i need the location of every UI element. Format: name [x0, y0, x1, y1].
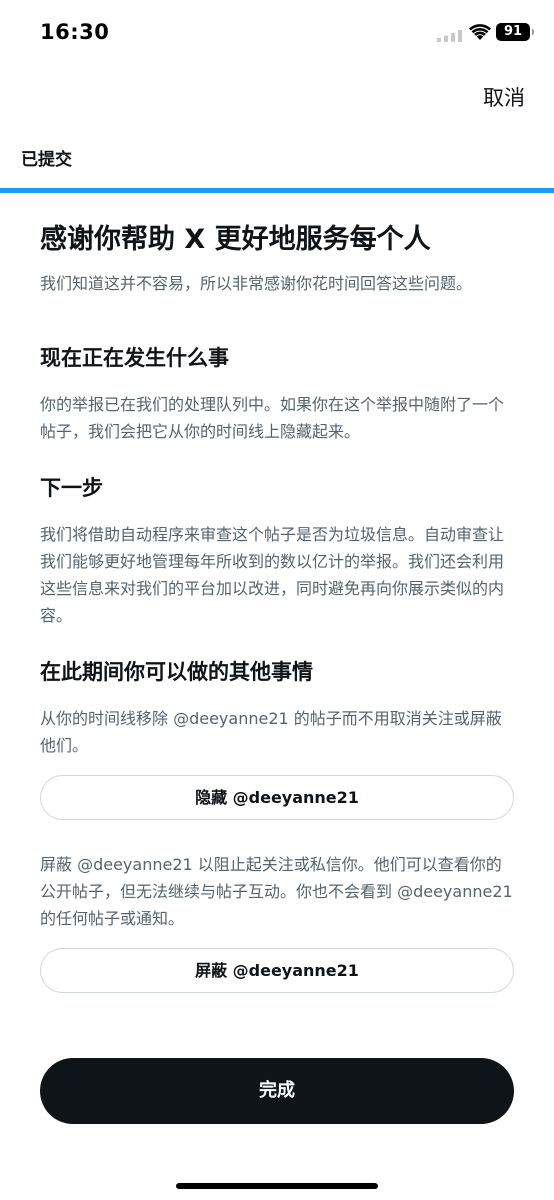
tab-submitted: 已提交 [21, 150, 72, 170]
mute-description: 从你的时间线移除 @deeyanne21 的帖子而不用取消关注或屏蔽他们。 [40, 709, 502, 755]
battery-icon: 91 [496, 23, 534, 41]
home-indicator [176, 1183, 378, 1189]
block-description: 屏蔽 @deeyanne21 以阻止起关注或私信你。他们可以查看你的公开帖子，但… [40, 855, 513, 928]
cancel-button[interactable]: 取消 [483, 82, 525, 112]
done-button[interactable]: 完成 [40, 1058, 514, 1124]
cellular-signal-icon [437, 30, 462, 42]
section-text-next-step: 我们将借助自动程序来审查这个帖子是否为垃圾信息。自动审查让我们能够更好地管理每年… [40, 525, 505, 625]
wifi-icon [469, 24, 491, 40]
section-heading-now: 现在正在发生什么事 [40, 346, 229, 370]
status-bar: 16:30 91 [0, 0, 554, 66]
section-heading-next-step: 下一步 [40, 476, 103, 500]
mute-user-button[interactable]: 隐藏 @deeyanne21 [40, 775, 514, 820]
progress-bar [0, 188, 554, 193]
main-content: 感谢你帮助 X 更好地服务每个人 我们知道这并不容易，所以非常感谢你花时间回答这… [40, 218, 514, 993]
section-heading-other-actions: 在此期间你可以做的其他事情 [40, 660, 313, 684]
section-text-now: 你的举报已在我们的处理队列中。如果你在这个举报中随附了一个帖子，我们会把它从你的… [40, 395, 505, 441]
status-time: 16:30 [40, 20, 110, 44]
block-user-button[interactable]: 屏蔽 @deeyanne21 [40, 948, 514, 993]
intro-text: 我们知道这并不容易，所以非常感谢你花时间回答这些问题。 [40, 274, 473, 293]
page-title: 感谢你帮助 X 更好地服务每个人 [40, 224, 431, 255]
progress-fill [0, 188, 554, 193]
